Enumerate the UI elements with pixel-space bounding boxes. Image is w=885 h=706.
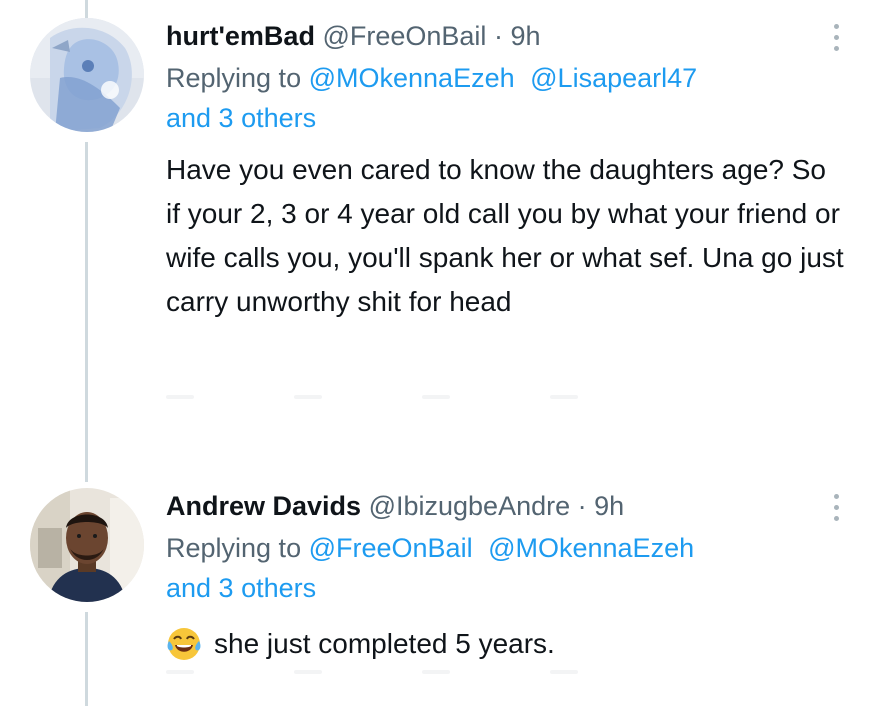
reply-icon[interactable]: [166, 670, 194, 674]
tweet-header: Andrew Davids @IbizugbeAndre · 9h: [166, 488, 845, 524]
mention-link[interactable]: @Lisapearl47: [530, 63, 697, 93]
tweet-reply[interactable]: hurt'emBad @FreeOnBail · 9h Replying to …: [0, 0, 885, 470]
tweet-content: Andrew Davids @IbizugbeAndre · 9h Replyi…: [166, 488, 845, 666]
others-link[interactable]: and 3 others: [166, 103, 316, 133]
avatar[interactable]: [30, 488, 144, 602]
mention-link[interactable]: @MOkennaEzeh: [309, 63, 515, 93]
separator: ·: [577, 491, 587, 521]
tweet-content: hurt'emBad @FreeOnBail · 9h Replying to …: [166, 18, 845, 324]
illustrated-avatar-icon: [30, 18, 144, 132]
replying-to-label: Replying to: [166, 533, 302, 563]
retweet-icon[interactable]: [294, 395, 322, 399]
reply-thread: hurt'emBad @FreeOnBail · 9h Replying to …: [0, 0, 885, 706]
user-handle[interactable]: @FreeOnBail: [322, 21, 486, 51]
avatar[interactable]: [30, 18, 144, 132]
mention-link[interactable]: @MOkennaEzeh: [488, 533, 694, 563]
photo-avatar-icon: [30, 488, 144, 602]
mention-link[interactable]: @FreeOnBail: [309, 533, 473, 563]
timestamp[interactable]: 9h: [510, 21, 540, 51]
replying-to: Replying to @FreeOnBail @MOkennaEzeh and…: [166, 528, 845, 608]
retweet-icon[interactable]: [294, 670, 322, 674]
timestamp[interactable]: 9h: [594, 491, 624, 521]
tweet-actions: [166, 670, 578, 674]
like-icon[interactable]: [422, 670, 450, 674]
tweet-text: she just completed 5 years.: [214, 628, 555, 659]
replying-to-label: Replying to: [166, 63, 302, 93]
display-name[interactable]: Andrew Davids: [166, 491, 361, 521]
like-icon[interactable]: [422, 395, 450, 399]
more-options-icon[interactable]: [831, 24, 841, 51]
user-handle[interactable]: @IbizugbeAndre: [369, 491, 571, 521]
share-icon[interactable]: [550, 395, 578, 399]
reply-icon[interactable]: [166, 395, 194, 399]
tweet-header: hurt'emBad @FreeOnBail · 9h: [166, 18, 845, 54]
more-options-icon[interactable]: [831, 494, 841, 521]
tweet-actions: [166, 395, 578, 399]
face-with-tears-of-joy-icon: [167, 628, 201, 660]
replying-to: Replying to @MOkennaEzeh @Lisapearl47 an…: [166, 58, 845, 138]
others-link[interactable]: and 3 others: [166, 573, 316, 603]
tweet-text: Have you even cared to know the daughter…: [166, 154, 844, 317]
tweet-text-row: she just completed 5 years.: [166, 622, 846, 666]
share-icon[interactable]: [550, 670, 578, 674]
display-name[interactable]: hurt'emBad: [166, 21, 315, 51]
tweet-reply[interactable]: Andrew Davids @IbizugbeAndre · 9h Replyi…: [0, 470, 885, 706]
separator: ·: [493, 21, 503, 51]
